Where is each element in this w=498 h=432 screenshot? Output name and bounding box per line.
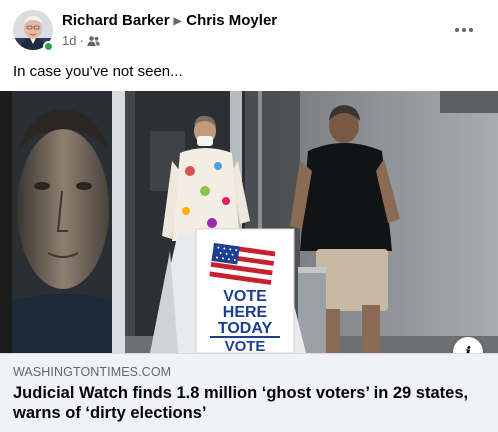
- facebook-post: Richard Barker ▶ Chris Moyler 1d · In case …: [0, 0, 498, 432]
- sign-line-2: HERE: [223, 304, 268, 321]
- link-preview-card[interactable]: WASHINGTONTIMES.COM Judicial Watch finds…: [0, 353, 498, 432]
- friends-icon[interactable]: [87, 33, 100, 48]
- group-name-link[interactable]: Chris Moyler: [186, 12, 277, 29]
- post-header: Richard Barker ▶ Chris Moyler 1d ·: [0, 0, 498, 58]
- more-options-icon[interactable]: [446, 18, 482, 42]
- post-meta: 1d ·: [62, 33, 100, 48]
- author-name-link[interactable]: Richard Barker: [62, 12, 170, 29]
- post-timestamp[interactable]: 1d: [62, 33, 76, 48]
- link-headline[interactable]: Judicial Watch finds 1.8 million ‘ghost …: [13, 383, 487, 423]
- caret-right-icon: ▶: [173, 16, 182, 27]
- meta-separator: ·: [79, 33, 84, 48]
- post-text: In case you've not seen...: [13, 63, 183, 80]
- sign-line-1: VOTE: [223, 288, 267, 305]
- sign-line-4: VOTE: [225, 338, 266, 353]
- post-author-line: Richard Barker ▶ Chris Moyler: [62, 12, 277, 29]
- sign-line-3: TODAY: [218, 320, 273, 337]
- link-domain: WASHINGTONTIMES.COM: [13, 365, 172, 379]
- online-status-dot: [43, 41, 54, 52]
- link-preview-image[interactable]: VOTE HERE TODAY VOTE: [0, 91, 498, 353]
